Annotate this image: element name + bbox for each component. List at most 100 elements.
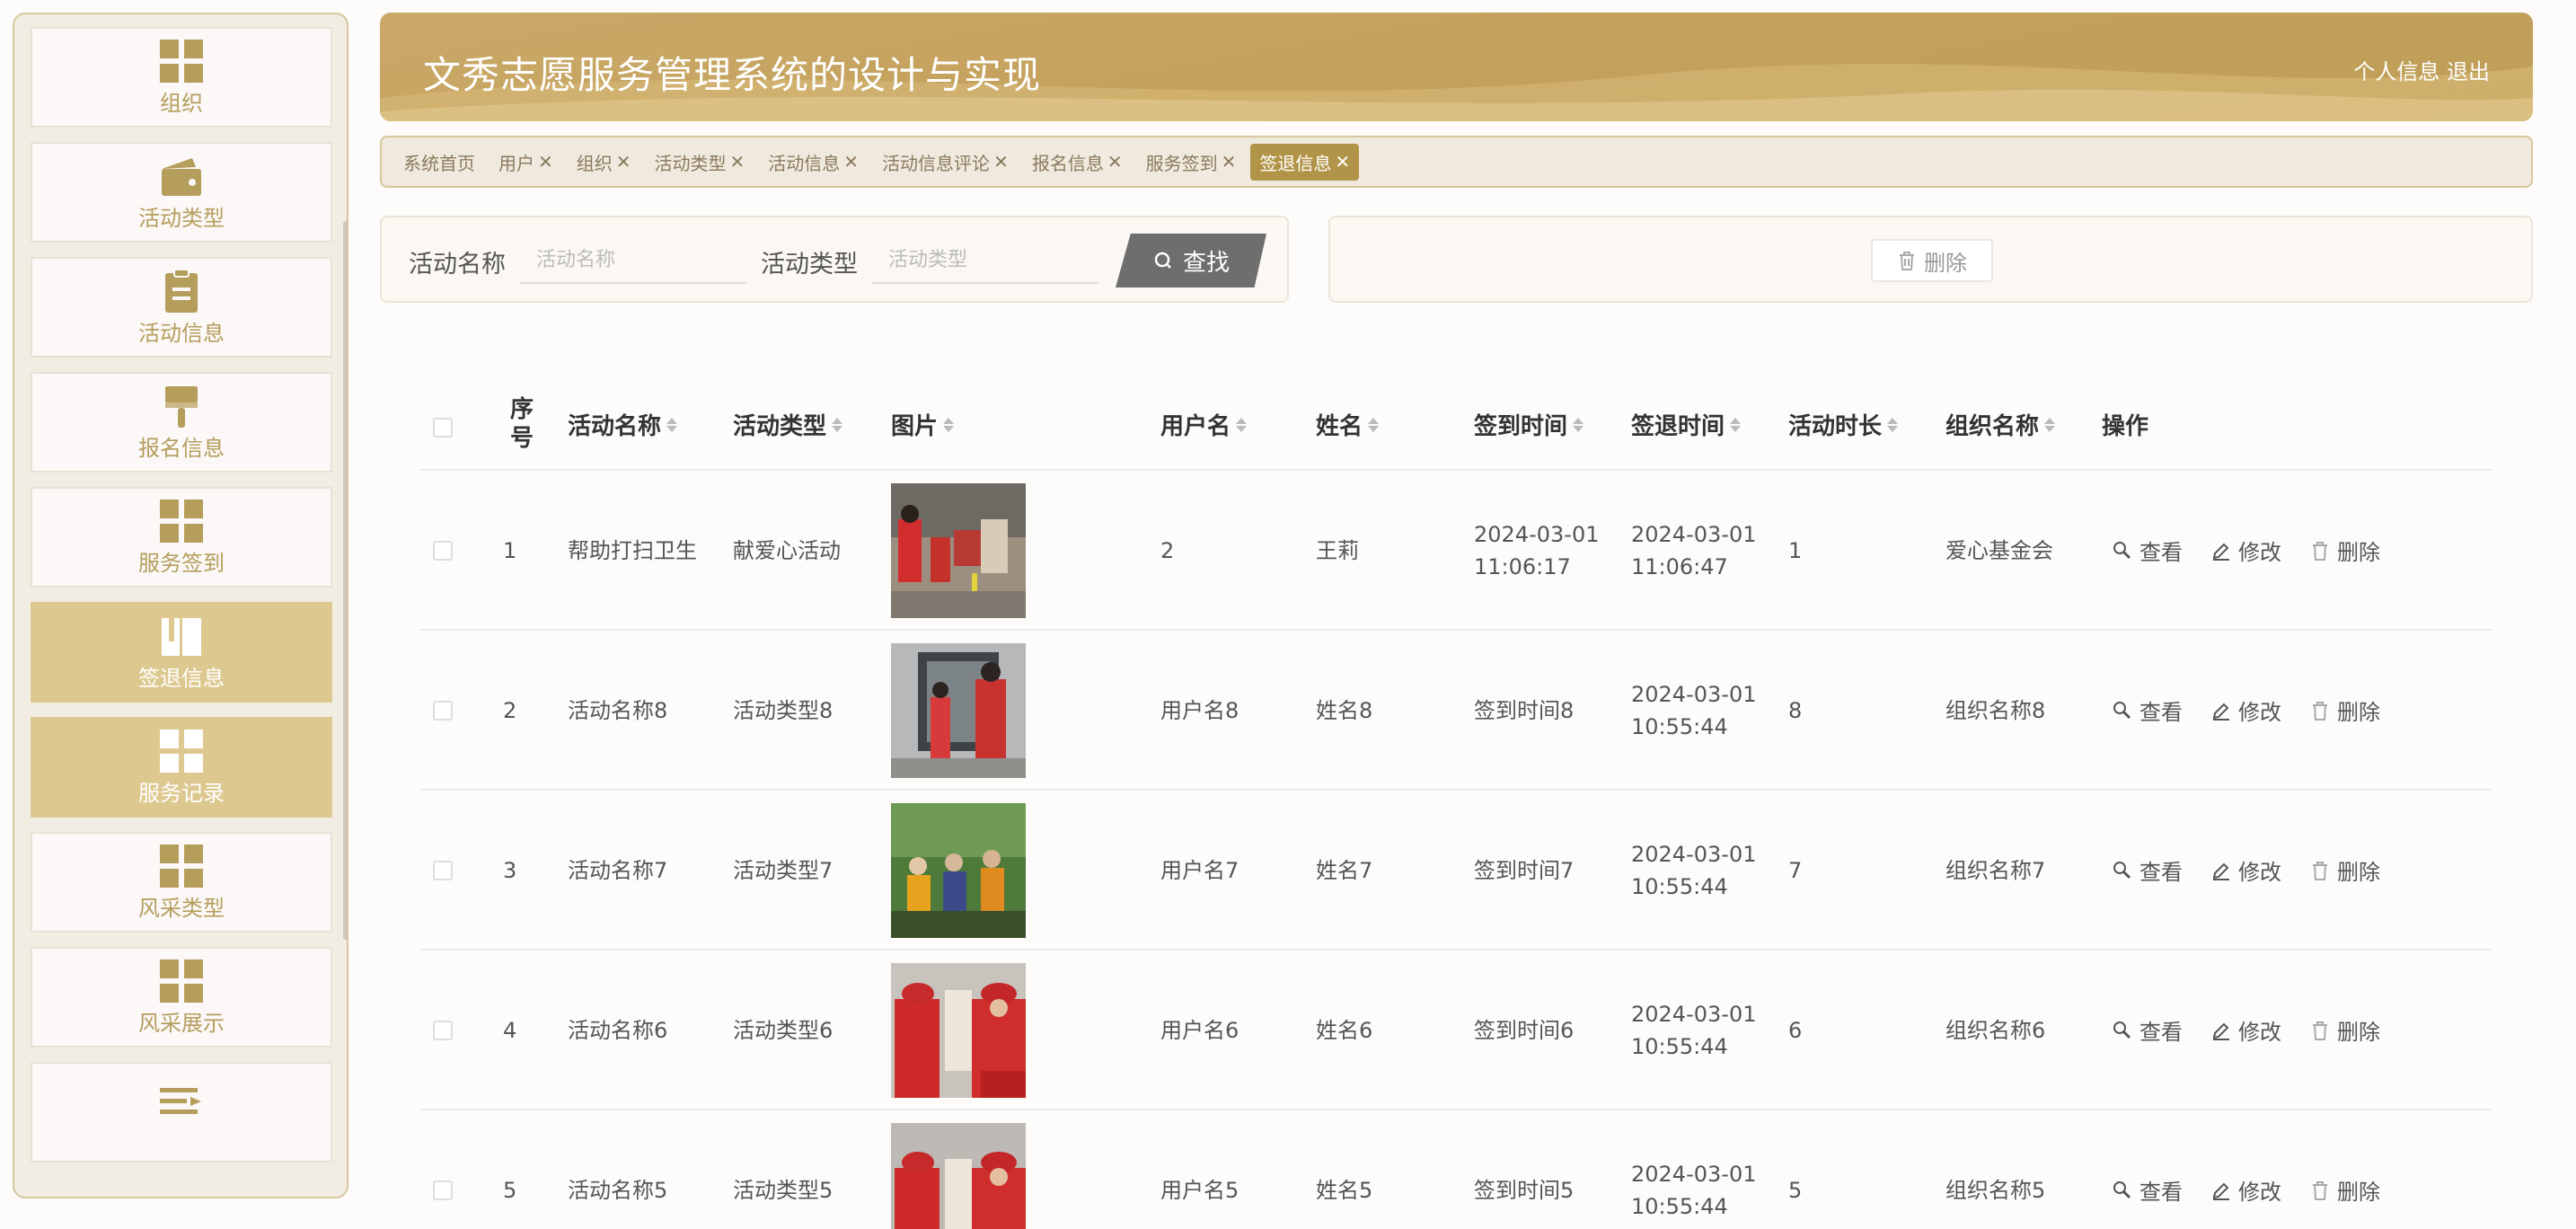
trash-icon (2313, 541, 2327, 561)
trash-icon (2313, 701, 2327, 721)
checkout-date: 2024-03-01 (1631, 842, 1757, 867)
sort-icon[interactable] (1368, 417, 1380, 432)
row-name: 姓名7 (1316, 858, 1373, 883)
view-button[interactable]: 查看 (2113, 854, 2183, 886)
activity-photo[interactable] (891, 963, 1026, 1098)
activity-type-input[interactable] (872, 237, 1098, 284)
tab-6[interactable]: 报名信息 ✕ (1023, 144, 1132, 181)
column-header-7[interactable]: 签退时间 (1631, 408, 1742, 441)
column-header-5[interactable]: 姓名 (1316, 408, 1380, 441)
trash-icon (1900, 252, 1914, 270)
row-username: 用户名8 (1160, 698, 1239, 723)
sort-icon[interactable] (1730, 417, 1742, 432)
sidebar-item-2[interactable]: 活动信息 (31, 257, 332, 358)
row-index: 1 (503, 538, 517, 563)
close-icon[interactable]: ✕ (1107, 151, 1123, 172)
grid-icon (160, 500, 203, 543)
logout-link[interactable]: 退出 (2447, 59, 2490, 84)
app-title: 文秀志愿服务管理系统的设计与实现 (423, 53, 1042, 97)
activity-name-input[interactable] (520, 237, 746, 284)
profile-link[interactable]: 个人信息 (2353, 59, 2439, 84)
activity-photo[interactable] (891, 483, 1026, 618)
tab-2[interactable]: 组织 ✕ (568, 144, 640, 181)
tab-7[interactable]: 服务签到 ✕ (1137, 144, 1246, 181)
column-header-6[interactable]: 签到时间 (1474, 408, 1584, 441)
view-label: 查看 (2139, 540, 2183, 565)
column-header-4[interactable]: 用户名 (1160, 408, 1248, 441)
sort-icon[interactable] (943, 417, 955, 432)
view-button[interactable]: 查看 (2113, 535, 2183, 566)
sidebar-scrollbar[interactable] (343, 221, 347, 940)
row-activity-name: 活动名称5 (568, 1178, 668, 1203)
select-all-checkbox[interactable] (433, 418, 453, 438)
tab-0[interactable]: 系统首页 (394, 144, 484, 181)
column-header-9[interactable]: 组织名称 (1945, 408, 2056, 441)
table-row: 4 活动名称6 活动类型6 用户名6 姓名6 签到时间6 2024-03-01 10:55:4… (420, 950, 2492, 1110)
edit-button[interactable]: 修改 (2211, 1014, 2281, 1046)
sidebar-item-label: 组织 (160, 91, 203, 116)
row-org: 组织名称5 (1945, 1178, 2046, 1203)
column-header-label: 用户名 (1160, 413, 1231, 440)
column-header-3[interactable]: 图片 (891, 408, 955, 441)
sidebar-item-6[interactable]: 服务记录 (31, 717, 332, 818)
row-checkbox[interactable] (433, 541, 453, 561)
tab-label: 活动信息 (768, 152, 841, 174)
edit-button[interactable]: 修改 (2211, 854, 2281, 886)
close-icon[interactable]: ✕ (843, 151, 859, 172)
row-checkbox[interactable] (433, 701, 453, 721)
checkout-date: 2024-03-01 (1631, 682, 1757, 707)
view-button[interactable]: 查看 (2113, 694, 2183, 726)
close-icon[interactable]: ✕ (993, 151, 1009, 172)
close-icon[interactable]: ✕ (616, 151, 631, 172)
column-header-2[interactable]: 活动类型 (733, 408, 843, 441)
edit-button[interactable]: 修改 (2211, 1174, 2281, 1206)
activity-photo[interactable] (891, 643, 1026, 778)
close-icon[interactable]: ✕ (1222, 151, 1237, 172)
bulk-delete-button[interactable]: 删除 (1871, 239, 1993, 282)
tab-4[interactable]: 活动信息 ✕ (759, 144, 868, 181)
column-header-label: 图片 (891, 413, 939, 440)
header-links: 个人信息 退出 (2353, 54, 2490, 85)
sidebar-item-4[interactable]: 服务签到 (31, 487, 332, 588)
search-button[interactable]: 查找 (1116, 234, 1266, 287)
delete-button[interactable]: 删除 (2310, 535, 2380, 566)
activity-photo[interactable] (891, 803, 1026, 938)
sidebar-item-7[interactable]: 风采类型 (31, 832, 332, 933)
sort-icon[interactable] (1236, 417, 1248, 432)
row-checkbox[interactable] (433, 1180, 453, 1200)
row-checkbox[interactable] (433, 861, 453, 880)
sort-icon[interactable] (832, 417, 843, 432)
view-button[interactable]: 查看 (2113, 1014, 2183, 1046)
sidebar-item-0[interactable]: 组织 (31, 27, 332, 128)
edit-button[interactable]: 修改 (2211, 694, 2281, 726)
activity-photo[interactable] (891, 1123, 1026, 1229)
sidebar-item-8[interactable]: 风采展示 (31, 947, 332, 1048)
tab-3[interactable]: 活动类型 ✕ (646, 144, 754, 181)
sort-icon[interactable] (2044, 417, 2056, 432)
row-checkbox[interactable] (433, 1021, 453, 1040)
close-icon[interactable]: ✕ (538, 151, 553, 172)
sort-icon[interactable] (666, 417, 678, 432)
column-header-8[interactable]: 活动时长 (1788, 408, 1899, 441)
checkout-clock: 10:55:44 (1631, 874, 1728, 899)
delete-button[interactable]: 删除 (2310, 854, 2380, 886)
delete-button[interactable]: 删除 (2310, 694, 2380, 726)
view-button[interactable]: 查看 (2113, 1174, 2183, 1206)
edit-button[interactable]: 修改 (2211, 535, 2281, 566)
delete-button[interactable]: 删除 (2310, 1014, 2380, 1046)
tab-8[interactable]: 签退信息 ✕ (1250, 143, 1360, 181)
sort-icon[interactable] (1573, 417, 1584, 432)
close-icon[interactable]: ✕ (730, 151, 745, 172)
delete-button[interactable]: 删除 (2310, 1174, 2380, 1206)
sidebar-item-5[interactable]: 签退信息 (31, 602, 332, 703)
sidebar-item-1[interactable]: 活动类型 (31, 142, 332, 243)
pencil-icon (2212, 862, 2229, 880)
sidebar-item-label: 服务记录 (138, 781, 225, 806)
tab-1[interactable]: 用户 ✕ (490, 144, 562, 181)
tab-5[interactable]: 活动信息评论 ✕ (873, 144, 1018, 181)
column-header-1[interactable]: 活动名称 (568, 408, 678, 441)
sort-icon[interactable] (1887, 417, 1899, 432)
close-icon[interactable]: ✕ (1335, 151, 1350, 172)
sidebar-item-9[interactable] (31, 1062, 332, 1163)
sidebar-item-3[interactable]: 报名信息 (31, 372, 332, 473)
